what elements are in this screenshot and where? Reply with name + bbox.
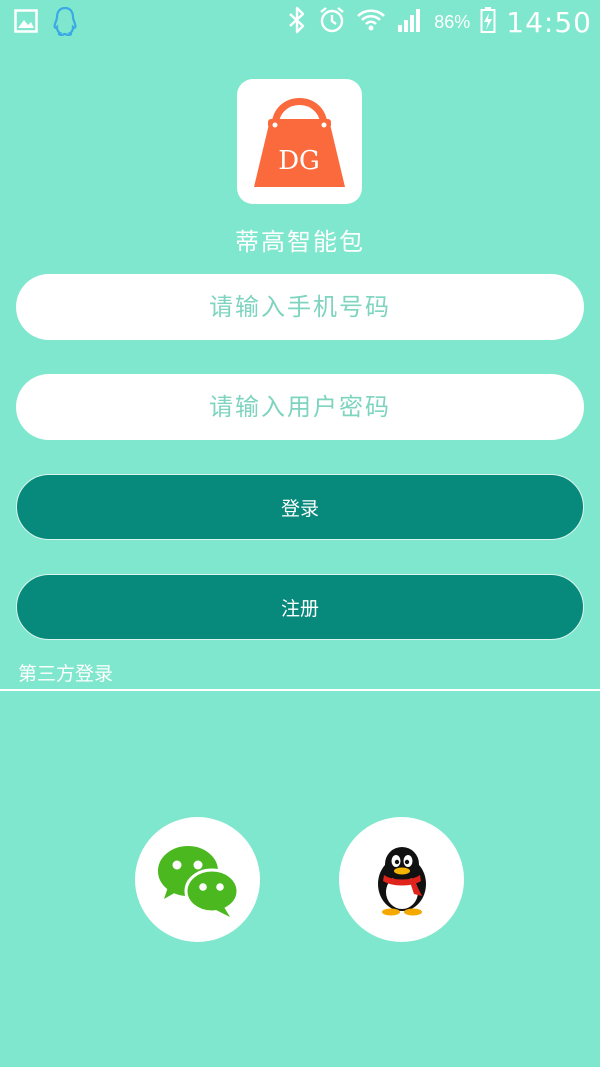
divider: [0, 689, 600, 691]
login-button[interactable]: 登录: [16, 474, 584, 540]
wechat-login-button[interactable]: [135, 817, 260, 942]
signal-icon: [396, 7, 424, 37]
qq-notification-icon: [52, 6, 78, 40]
battery-charging-icon: [480, 6, 496, 38]
app-logo: DG: [237, 79, 362, 204]
image-icon: [14, 9, 38, 37]
phone-number-input[interactable]: [16, 274, 584, 340]
password-input[interactable]: [16, 374, 584, 440]
qq-login-button[interactable]: [339, 817, 464, 942]
handbag-logo-icon: DG: [254, 98, 345, 187]
bluetooth-icon: [286, 6, 308, 38]
alarm-icon: [318, 6, 346, 38]
login-button-label: 登录: [280, 497, 319, 520]
wifi-icon: [356, 6, 386, 38]
clock: 14:50: [506, 5, 592, 39]
logo-monogram: DG: [278, 146, 320, 176]
third-party-login-label: 第三方登录: [18, 663, 114, 685]
qq-icon: [377, 846, 426, 915]
status-icons: 86% 14:50: [286, 0, 592, 44]
register-button[interactable]: 注册: [16, 574, 584, 640]
battery-percent: 86%: [434, 11, 471, 32]
app-name: 蒂高智能包: [235, 228, 365, 256]
wechat-icon: [155, 843, 239, 917]
register-button-label: 注册: [280, 597, 319, 620]
status-bar: 86% 14:50: [0, 0, 600, 44]
